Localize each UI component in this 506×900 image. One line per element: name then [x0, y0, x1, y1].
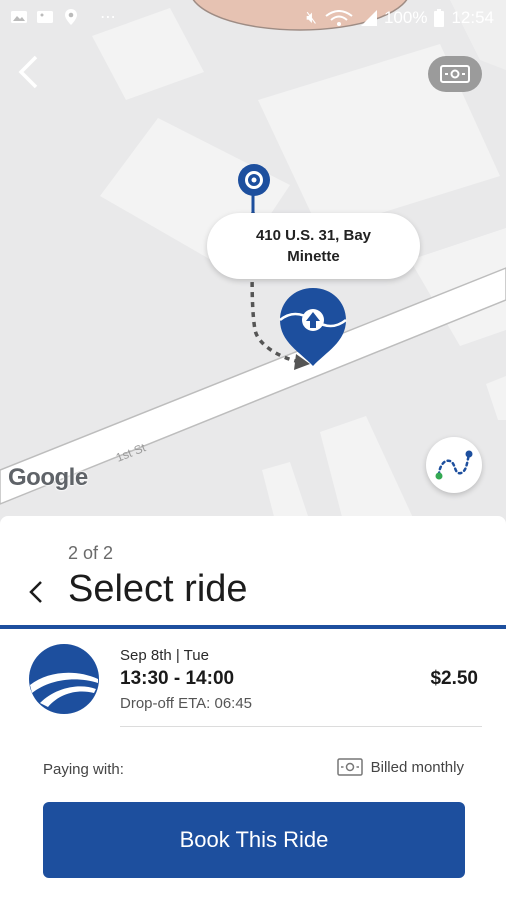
step-indicator: 2 of 2: [68, 543, 114, 563]
wifi-icon: [325, 10, 353, 26]
ride-option[interactable]: Sep 8th | Tue 13:30 - 14:00 Drop-off ETA…: [0, 634, 506, 724]
book-ride-button[interactable]: Book This Ride: [43, 802, 465, 878]
mute-icon: 🔇︎: [306, 8, 317, 27]
payment-toggle-button[interactable]: [428, 56, 482, 92]
gallery-icon: [37, 11, 53, 23]
dropoff-eta: Drop-off ETA: 06:45: [120, 695, 253, 712]
back-button[interactable]: [8, 52, 48, 92]
sheet-back-button[interactable]: [20, 574, 52, 610]
payment-method[interactable]: Billed monthly: [336, 758, 464, 776]
cash-icon: [336, 758, 363, 776]
divider: [120, 726, 482, 727]
battery-icon: [434, 9, 445, 27]
paying-with-label: Paying with:: [43, 761, 124, 778]
route-icon: [435, 450, 473, 480]
route-button[interactable]: [426, 437, 482, 493]
ride-price: $2.50: [430, 668, 478, 689]
ride-time-window: 13:30 - 14:00: [120, 668, 235, 689]
location-icon: [65, 9, 77, 25]
status-icons-left: ⋯: [10, 7, 117, 27]
provider-logo-icon: [29, 644, 99, 714]
google-attribution: Google: [8, 464, 88, 491]
image-icon: [11, 11, 27, 23]
map-building: [486, 376, 506, 420]
status-icons-right: 🔇︎ 100% 12:54: [306, 8, 494, 28]
signal-icon: [360, 10, 377, 26]
battery-percent: 100%: [383, 8, 428, 27]
more-notifications-icon: ⋯: [100, 9, 117, 26]
chevron-left-icon: [18, 55, 38, 89]
payment-method-label: Billed monthly: [370, 758, 464, 776]
clock: 12:54: [451, 8, 494, 27]
address-callout: 410 U.S. 31, Bay Minette: [207, 213, 420, 279]
map-view[interactable]: 1st St ⋯ 🔇︎ 100% 12:54 410 U.S. 31, Bay …: [0, 0, 506, 540]
page-title: Select ride: [68, 568, 248, 610]
status-bar: ⋯ 🔇︎ 100% 12:54: [0, 0, 506, 36]
cash-icon: [440, 65, 470, 83]
ride-selection-sheet: 2 of 2 Select ride Sep 8th | Tue 13:30 -…: [0, 516, 506, 900]
chevron-left-icon: [29, 581, 42, 603]
ride-date: Sep 8th | Tue: [120, 647, 209, 664]
title-underline: [0, 625, 506, 629]
